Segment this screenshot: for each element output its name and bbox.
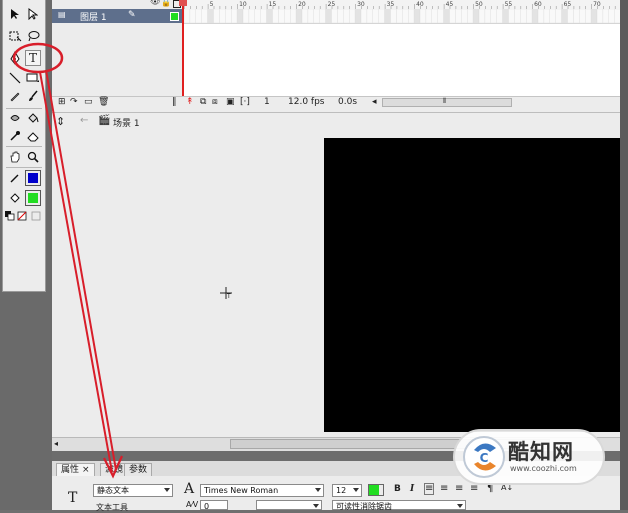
annotation-arrow-line-b <box>45 69 117 471</box>
annotation-circle <box>12 42 64 74</box>
watermark: C 酷知网 www.coozhi.com <box>450 424 608 490</box>
annotation-arrowhead <box>103 455 124 479</box>
watermark-brand: 酷知网 <box>508 440 574 464</box>
watermark-url: www.coozhi.com <box>510 464 577 473</box>
svg-text:C: C <box>480 451 489 465</box>
annotation-arrow-line-a <box>39 71 113 473</box>
